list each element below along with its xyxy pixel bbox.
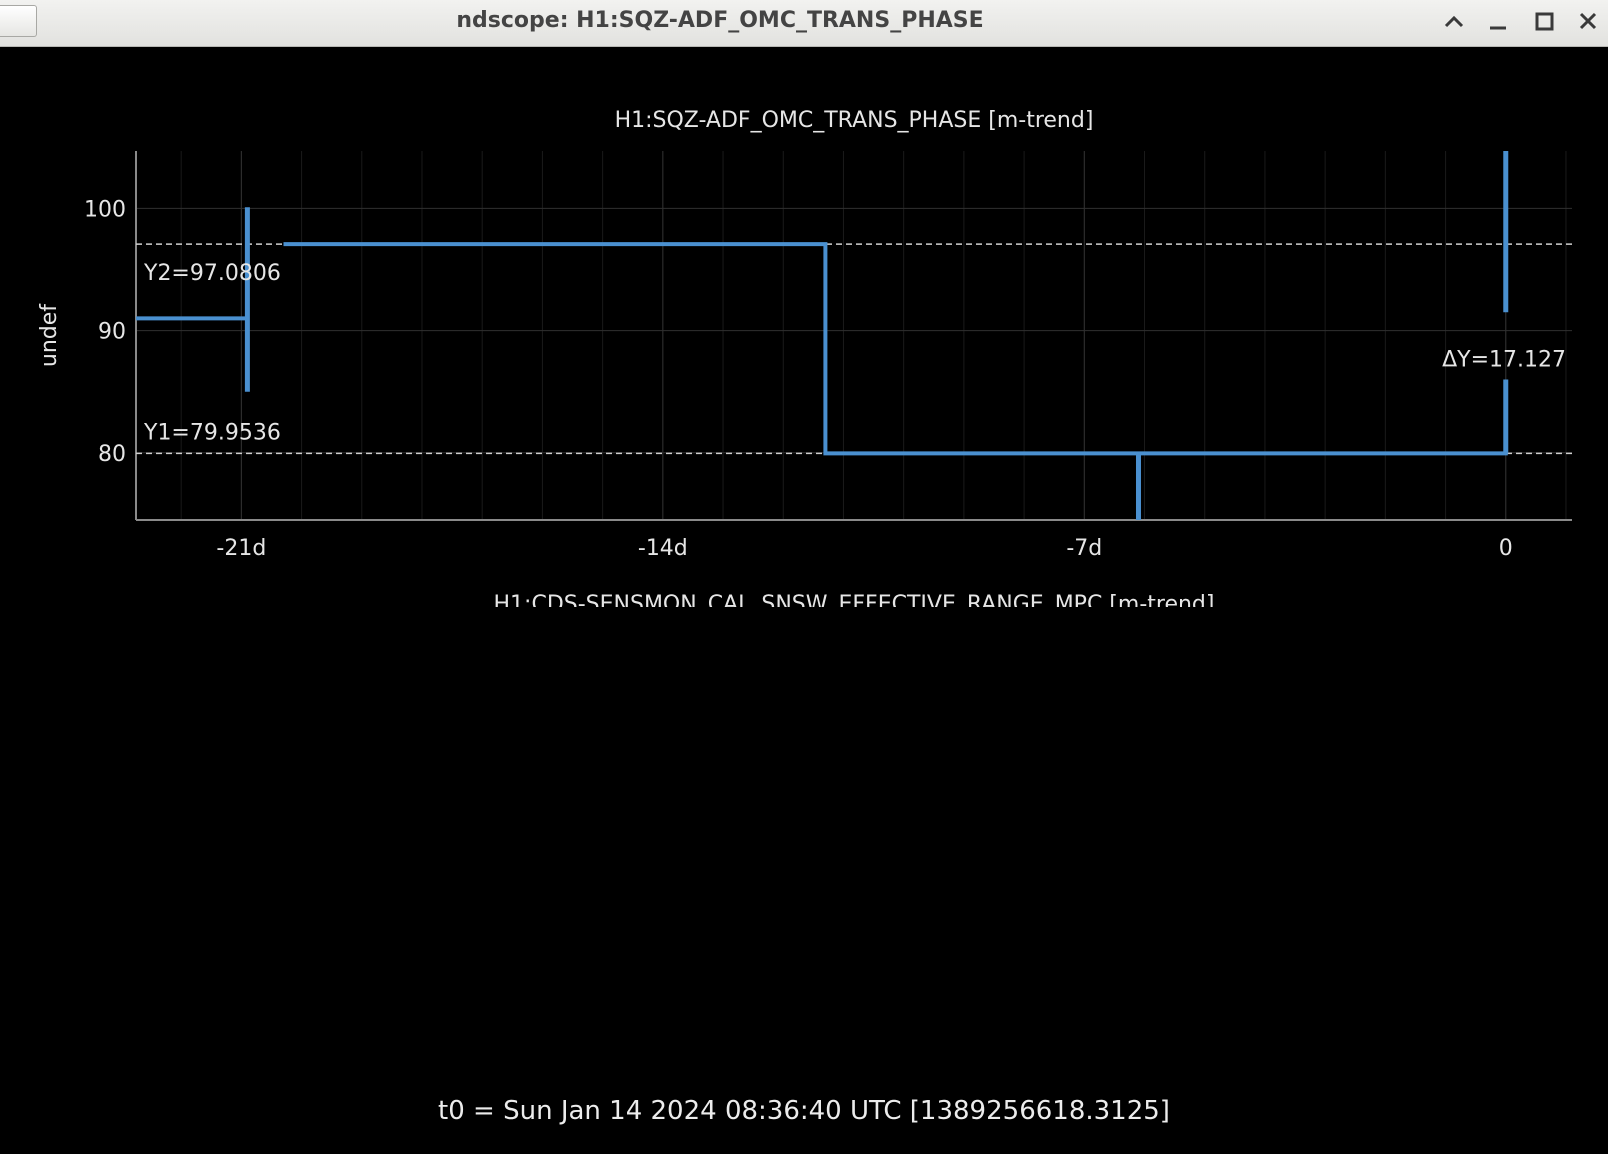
t0-readout: t0 = Sun Jan 14 2024 08:36:40 UTC [13892… <box>438 1096 1170 1126</box>
window-title: ndscope: H1:SQZ-ADF_OMC_TRANS_PHASE <box>456 8 984 33</box>
close-icon[interactable] <box>1568 0 1608 46</box>
plot-title: H1:CDS-SENSMON_CAL_SNSW_EFFECTIVE_RANGE_… <box>494 592 1215 607</box>
window-titlebar: ndscope: H1:SQZ-ADF_OMC_TRANS_PHASE <box>0 0 1608 47</box>
range-plot[interactable]: -21d-14d-7d0150160H1:CDS-SENSMON_CAL_SNS… <box>0 47 1608 607</box>
plot-area: -21d -14d -7d 0 80 90 100 H1:SQZ-ADF_OMC_TRANS_… <box>0 47 1608 1154</box>
maximize-icon[interactable] <box>1524 0 1564 46</box>
minimize-icon[interactable] <box>1478 0 1518 46</box>
chevron-up-icon[interactable] <box>1434 0 1474 46</box>
